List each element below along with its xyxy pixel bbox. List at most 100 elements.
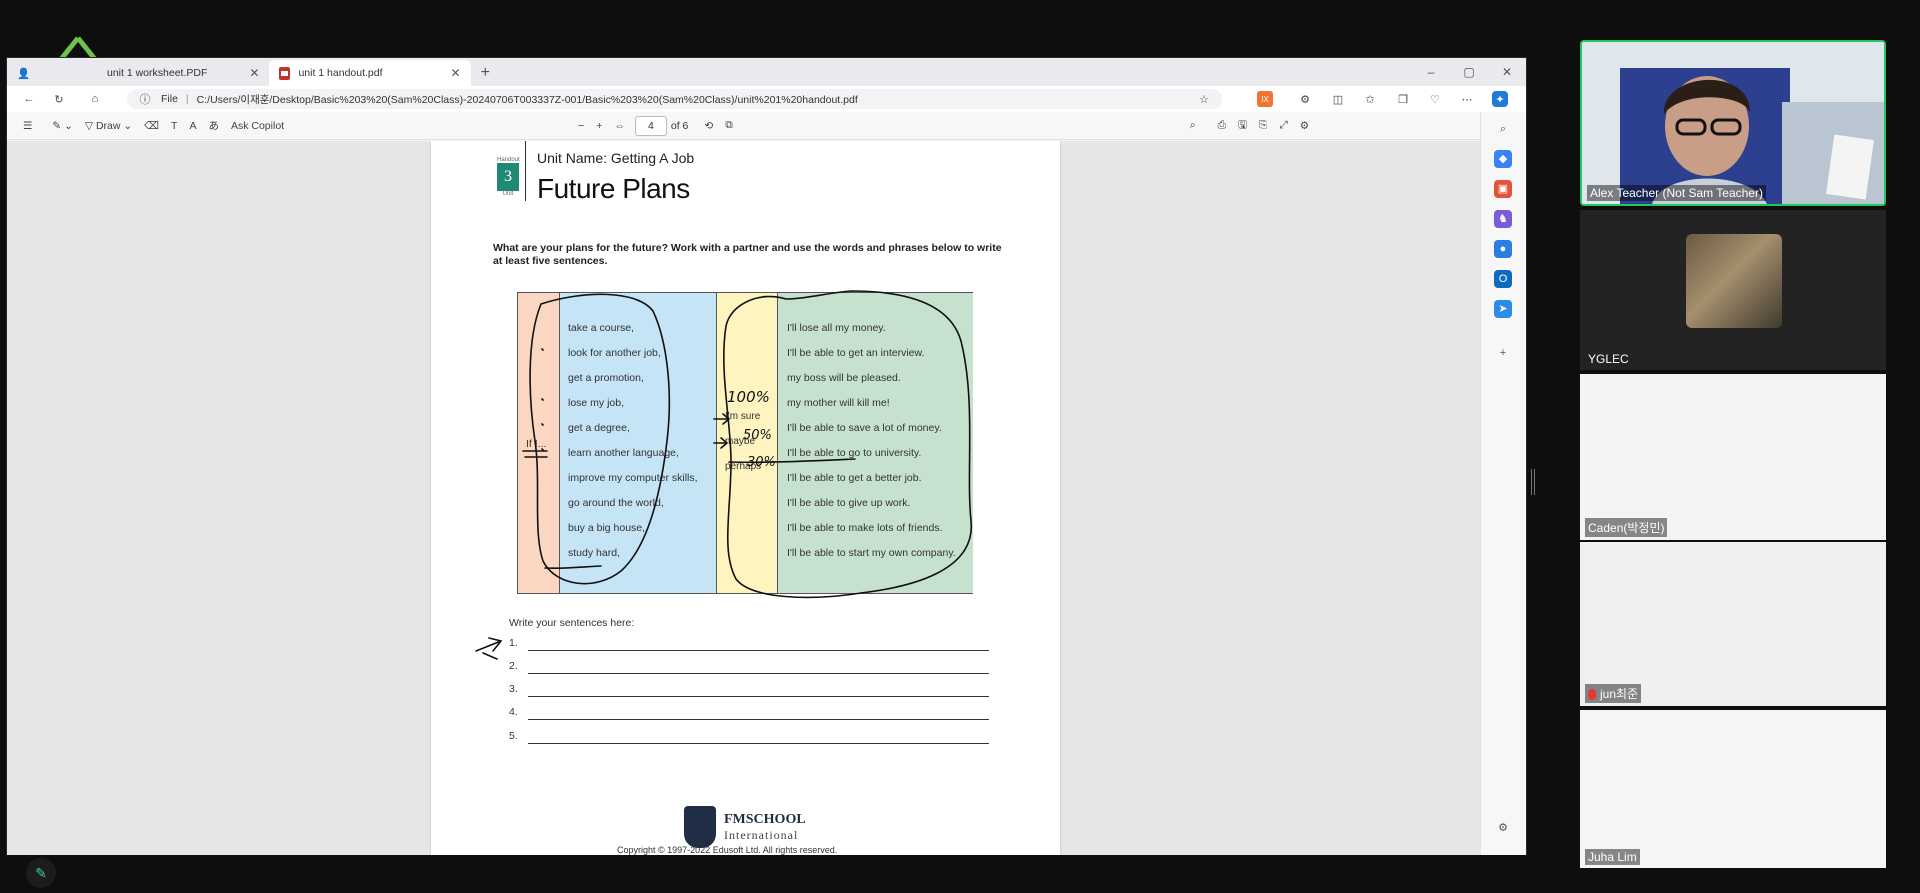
favorites-icon[interactable]: ✩ bbox=[1362, 91, 1378, 107]
split-screen-icon[interactable]: ◫ bbox=[1330, 91, 1346, 107]
condition-item: look for another job, bbox=[568, 347, 661, 359]
favorite-star-icon[interactable]: ☆ bbox=[1196, 91, 1212, 107]
page-total: of 6 bbox=[670, 119, 689, 132]
sentence-line: 2. bbox=[509, 660, 989, 676]
annotate-button[interactable]: ✎ bbox=[26, 858, 56, 888]
edge-sidebar: ⌕ ◆ ▣ ♞ ● O ➤ + ⚙ bbox=[1480, 112, 1526, 855]
extension-icon[interactable]: IX bbox=[1257, 91, 1273, 107]
restore-button[interactable]: ▢ bbox=[1450, 58, 1488, 86]
back-icon[interactable]: ← bbox=[21, 91, 37, 107]
draw-button[interactable]: ▽ Draw ⌄ bbox=[79, 116, 138, 136]
page-number-input[interactable]: 4 bbox=[634, 115, 667, 136]
minimize-button[interactable]: – bbox=[1412, 58, 1450, 86]
certainty-item: I'm sure bbox=[725, 411, 761, 422]
collections-icon[interactable]: ❐ bbox=[1395, 91, 1411, 107]
participant-tile-active[interactable]: Alex Teacher (Not Sam Teacher) bbox=[1580, 40, 1886, 206]
page-title: Future Plans bbox=[537, 173, 690, 204]
panel-resize-handle[interactable] bbox=[1531, 469, 1535, 495]
pencil-icon: ✎ bbox=[35, 864, 47, 881]
zoom-in-button[interactable]: + bbox=[590, 116, 608, 136]
more-menu-icon[interactable]: ⋯ bbox=[1459, 91, 1475, 107]
send-icon[interactable]: ➤ bbox=[1494, 300, 1512, 318]
condition-item: study hard, bbox=[568, 547, 620, 559]
result-item: I'll be able to get an interview. bbox=[787, 347, 925, 359]
games-icon[interactable]: ♞ bbox=[1494, 210, 1512, 228]
participant-name: YGLEC bbox=[1588, 352, 1629, 366]
contents-icon[interactable]: ☰ bbox=[17, 116, 38, 136]
condition-item: learn another language, bbox=[568, 447, 679, 459]
ask-copilot-button[interactable]: Ask Copilot bbox=[225, 116, 290, 136]
read-aloud-icon[interactable]: A bbox=[183, 116, 202, 136]
condition-item: take a course, bbox=[568, 322, 634, 334]
address-bar[interactable]: ⓘ File | C:/Users/이재훈/Desktop/Basic%203%… bbox=[127, 89, 1222, 109]
highlight-icon[interactable]: ✎ ⌄ bbox=[46, 116, 79, 136]
line-number: 3. bbox=[509, 683, 518, 695]
copilot-icon[interactable]: ✦ bbox=[1492, 91, 1508, 107]
phrase-table: If I... take a course, look for another … bbox=[517, 292, 973, 594]
tab-worksheet[interactable]: unit 1 worksheet.PDF ✕ bbox=[47, 60, 269, 86]
school-subtitle: International bbox=[724, 827, 799, 842]
outlook-icon[interactable]: O bbox=[1494, 270, 1512, 288]
result-item: I'll be able to save a lot of money. bbox=[787, 422, 942, 434]
participant-tile[interactable]: YGLEC bbox=[1580, 210, 1886, 370]
instructions: What are your plans for the future? Work… bbox=[493, 242, 1002, 267]
unit-label: Unit bbox=[502, 191, 514, 197]
pdf-viewport[interactable]: Handout 3 Unit Unit Name: Getting A Job … bbox=[7, 141, 1482, 855]
profile-icon[interactable]: 👤 bbox=[7, 60, 47, 86]
sidebar-search-icon[interactable]: ⌕ bbox=[1494, 120, 1512, 138]
condition-item: go around the world, bbox=[568, 497, 664, 509]
result-item: I'll be able to give up work. bbox=[787, 497, 911, 509]
translate-icon[interactable]: あ bbox=[202, 116, 225, 136]
certainty-column: I'm sure maybe perhaps bbox=[717, 293, 778, 593]
profile-picture bbox=[1686, 234, 1782, 328]
participant-tile[interactable]: jun최준 bbox=[1580, 542, 1886, 706]
address-separator: | bbox=[185, 93, 189, 105]
sentence-line: 4. bbox=[509, 706, 989, 722]
unit-badge: Handout 3 Unit bbox=[497, 157, 520, 205]
sidebar-settings-icon[interactable]: ⚙ bbox=[1494, 819, 1512, 837]
unit-number: 3 bbox=[497, 163, 519, 191]
teacher-video bbox=[1582, 42, 1884, 204]
eraser-icon[interactable]: ⌫ bbox=[138, 116, 165, 136]
certainty-item: perhaps bbox=[725, 461, 762, 472]
close-tab-icon[interactable]: ✕ bbox=[249, 66, 259, 80]
certainty-item: maybe bbox=[725, 436, 756, 447]
fullscreen-icon[interactable]: ⤢ bbox=[1273, 116, 1293, 136]
shield-icon bbox=[684, 806, 716, 848]
add-text-icon[interactable]: T bbox=[165, 116, 183, 136]
m365-icon[interactable]: ● bbox=[1494, 240, 1512, 258]
shopping-tag-icon[interactable]: ◆ bbox=[1494, 150, 1512, 168]
sentence-line: 3. bbox=[509, 683, 989, 699]
print-icon[interactable]: ⎙ bbox=[1212, 116, 1232, 136]
participant-tile[interactable]: Juha Lim bbox=[1580, 710, 1886, 868]
line-number: 2. bbox=[509, 660, 518, 672]
participant-tile[interactable]: Caden(박정민) bbox=[1580, 374, 1886, 540]
muted-mic-icon bbox=[1588, 689, 1596, 701]
draw-label: Draw bbox=[95, 119, 121, 132]
refresh-icon[interactable]: ↻ bbox=[51, 91, 67, 107]
page-view-icon[interactable]: ⧉ bbox=[719, 116, 739, 136]
close-window-button[interactable]: ✕ bbox=[1488, 58, 1526, 86]
fit-page-icon[interactable]: ⇔ bbox=[608, 116, 631, 136]
close-tab-icon[interactable]: ✕ bbox=[451, 66, 461, 80]
condition-item: get a degree, bbox=[568, 422, 630, 434]
condition-item: improve my computer skills, bbox=[568, 472, 698, 484]
zoom-out-button[interactable]: − bbox=[572, 116, 590, 136]
screen: 👤 unit 1 worksheet.PDF ✕ unit 1 handout.… bbox=[0, 0, 1920, 893]
tools-briefcase-icon[interactable]: ▣ bbox=[1494, 180, 1512, 198]
condition-item: buy a big house, bbox=[568, 522, 646, 534]
extensions-icon[interactable]: ⚙ bbox=[1297, 91, 1313, 107]
result-item: my mother will kill me! bbox=[787, 397, 890, 409]
save-icon[interactable]: 🖫 bbox=[1232, 116, 1253, 136]
find-icon[interactable]: ⌕ bbox=[1184, 116, 1202, 136]
tab-handout[interactable]: unit 1 handout.pdf ✕ bbox=[269, 60, 471, 86]
save-as-icon[interactable]: ⎘ bbox=[1253, 116, 1273, 136]
rotate-icon[interactable]: ⟲ bbox=[698, 116, 719, 136]
home-icon[interactable]: ⌂ bbox=[87, 91, 103, 107]
add-sidebar-icon[interactable]: + bbox=[1494, 344, 1512, 362]
info-icon[interactable]: ⓘ bbox=[137, 91, 153, 107]
settings-icon[interactable]: ⚙ bbox=[1294, 116, 1315, 136]
browser-essentials-icon[interactable]: ♡ bbox=[1427, 91, 1443, 107]
school-name: FMSCHOOL bbox=[724, 811, 806, 827]
new-tab-button[interactable]: + bbox=[471, 60, 500, 86]
